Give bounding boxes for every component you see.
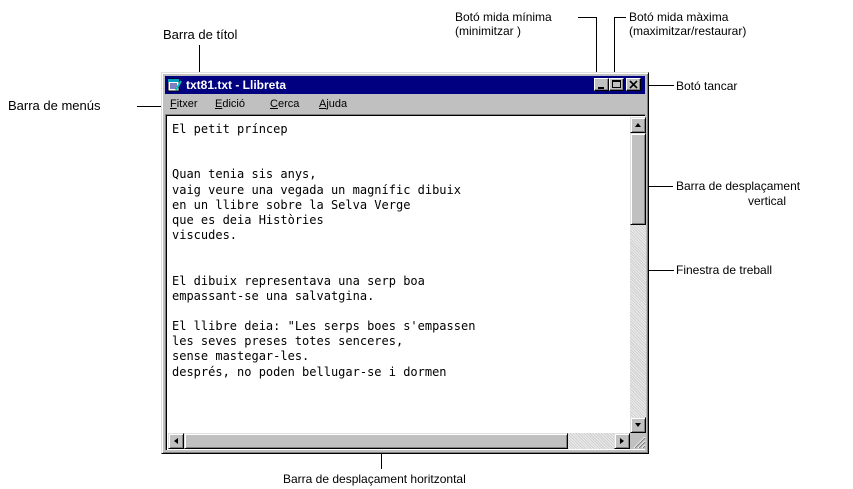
leader-maximize-v: [614, 17, 615, 77]
minimize-icon: [598, 87, 604, 89]
close-icon: [629, 80, 638, 89]
text-line: viscudes.: [172, 228, 238, 243]
text-line: després, no poden bellugar-se i dormen: [172, 364, 447, 379]
label-vscroll-1: Barra de desplaçament: [676, 179, 801, 193]
text-line: [172, 152, 628, 167]
text-line: les seves preses totes senceres,: [172, 334, 404, 349]
text-content[interactable]: El petit príncep Quan tenia sis anys, vai…: [172, 122, 628, 427]
label-maximize-2: (maximitzar/restaurar): [629, 24, 747, 38]
menu-fitxer-rest: itxer: [176, 98, 198, 110]
text-line: empassant-se una salvatgina.: [172, 288, 375, 303]
notepad-app-icon[interactable]: [167, 77, 182, 92]
label-hscroll: Barra de desplaçament horitzontal: [283, 472, 466, 486]
leader-close: [648, 85, 674, 86]
notepad-window: txt81.txt - Llibreta Fitxer Edició Cerca…: [161, 72, 649, 454]
menu-cerca-rest: erca: [277, 98, 300, 110]
text-line: El dibuix representava una serp boa: [172, 273, 425, 288]
maximize-icon: [612, 80, 621, 88]
label-close: Botó tancar: [676, 79, 738, 93]
text-line: [172, 304, 628, 319]
leader-maximize-h: [614, 17, 626, 18]
text-line: El petit príncep: [172, 122, 288, 136]
menu-fitxer[interactable]: Fitxer: [170, 97, 198, 111]
size-grip-icon[interactable]: [630, 433, 646, 449]
arrow-up-icon: [635, 123, 641, 127]
scroll-left-button[interactable]: [168, 433, 184, 449]
text-line: sense mastegar-les.: [172, 349, 310, 364]
menu-cerca[interactable]: Cerca: [270, 97, 299, 111]
label-vscroll-2: vertical: [748, 194, 787, 208]
arrow-right-icon: [620, 438, 624, 444]
label-minimize-2: (minimitzar ): [455, 24, 521, 38]
vertical-scrollbar[interactable]: [630, 117, 646, 433]
text-line: en un llibre sobre la Selva Verge: [172, 197, 411, 212]
label-work-area: Finestra de treball: [676, 263, 773, 277]
text-line: [172, 258, 628, 273]
work-area[interactable]: El petit príncep Quan tenia sis anys, vai…: [165, 114, 646, 450]
text-line: Quan tenia sis anys,: [172, 167, 317, 182]
leader-minimize-h: [578, 17, 596, 18]
scroll-right-button[interactable]: [614, 433, 630, 449]
label-menu-bar: Barra de menús: [8, 98, 101, 113]
text-line: El llibre deia: "Les serps boes s'empass…: [172, 319, 476, 334]
scroll-up-button[interactable]: [630, 117, 646, 133]
label-minimize-1: Botó mida mínima: [455, 10, 552, 24]
text-line: [172, 137, 628, 152]
leader-minimize-v: [596, 17, 597, 77]
menu-bar: Fitxer Edició Cerca Ajuda: [165, 95, 645, 113]
scroll-down-button[interactable]: [630, 417, 646, 433]
horizontal-scrollbar[interactable]: [168, 433, 630, 449]
menu-cerca-accel: C: [270, 98, 278, 110]
text-line: vaig veure una vegada un magnífic dibuix: [172, 182, 461, 197]
label-maximize-1: Botó mida màxima: [629, 10, 729, 24]
text-line: que es deia Històries: [172, 212, 324, 227]
title-bar[interactable]: txt81.txt - Llibreta: [165, 76, 645, 94]
menu-fitxer-accel: F: [170, 98, 177, 110]
menu-edicio[interactable]: Edició: [215, 97, 245, 111]
text-line: [172, 243, 628, 258]
vertical-scroll-thumb[interactable]: [630, 133, 646, 225]
minimize-button[interactable]: [594, 78, 609, 91]
horizontal-scroll-thumb[interactable]: [184, 433, 568, 449]
menu-ajuda[interactable]: Ajuda: [319, 97, 347, 111]
menu-edicio-rest: dició: [222, 98, 245, 110]
close-button[interactable]: [626, 78, 641, 91]
menu-ajuda-rest: juda: [326, 98, 348, 110]
window-title: txt81.txt - Llibreta: [186, 78, 287, 92]
label-title-bar: Barra de títol: [163, 27, 238, 42]
arrow-left-icon: [174, 438, 178, 444]
arrow-down-icon: [635, 423, 641, 427]
maximize-button[interactable]: [609, 78, 624, 91]
